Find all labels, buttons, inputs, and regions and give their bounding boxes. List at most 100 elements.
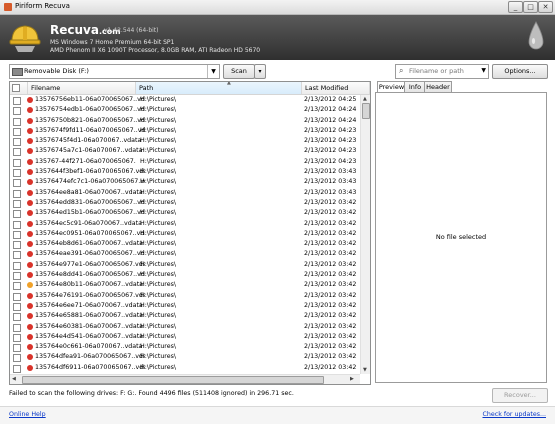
row-checkbox[interactable] [13,169,21,178]
status-text: Failed to scan the following drives: F: … [9,390,294,397]
filename-cell: 13576750b821-06a070065067..vdata [35,116,145,124]
row-checkbox[interactable] [13,230,21,239]
scroll-up-icon[interactable]: ▲ [363,95,367,103]
status-dot-icon [27,210,33,217]
filename-cell: 135764e60381-06a070067..vdata [35,322,144,330]
check-updates-link[interactable]: Check for updates... [482,411,546,418]
row-checkbox[interactable] [13,261,21,270]
table-row[interactable]: 135764e6ee71-06a070067..vdata H:\Pictures… [10,301,360,311]
table-row[interactable]: 135764dfea91-06a070065067..vdata H:\Pictu… [10,352,360,363]
chevron-down-icon[interactable]: ▼ [207,65,219,78]
drive-select[interactable]: Removable Disk (F:) ▼ [9,64,220,79]
close-button[interactable]: ✕ [538,1,553,13]
table-row[interactable]: 13576745f4d1-06a070067..vdata H:\Pictures… [10,136,360,147]
table-row[interactable]: 13576756eb11-06a070065067..vdata H:\Pictu… [10,95,360,105]
scroll-right-icon[interactable]: ▶ [350,375,354,383]
table-row[interactable]: 135764e8dd41-06a070065067..vdata H:\Pictu… [10,270,360,281]
row-checkbox[interactable] [13,302,21,311]
table-row[interactable]: 13576754edb1-06a070065067..vdata H:\Pictu… [10,105,360,116]
vertical-scroll-thumb[interactable] [362,103,370,119]
table-row[interactable]: 13576745a7c1-06a070067..vdata H:\Pictures… [10,146,360,157]
row-checkbox[interactable] [13,354,21,363]
date-cell: 2/13/2012 04:23 [304,157,357,165]
row-checkbox[interactable] [13,199,21,208]
minimize-button[interactable]: _ [508,1,523,13]
filename-cell: 135764e76191-06a070065067.vdata [35,291,145,299]
table-row[interactable]: 1357644f3bef1-06a070065067.vdata H:\Pictu… [10,167,360,178]
path-cell: H:\Pictures\ [140,250,177,258]
date-cell: 2/13/2012 03:42 [304,332,357,340]
table-row[interactable]: 135764ed15b1-06a070065067..vdata H:\Pictu… [10,208,360,219]
table-row[interactable]: 135764e60381-06a070067..vdata H:\Pictures… [10,322,360,332]
row-checkbox[interactable] [13,344,21,353]
scan-button[interactable]: Scan [223,64,255,79]
options-button[interactable]: Options... [492,64,548,79]
table-row[interactable]: 13576474efc7c1-06a070065067.vdataH:\Pict… [10,177,360,188]
table-row[interactable]: 135764e80b11-06a070067..vdata H:\Pictures… [10,280,360,291]
filename-cell: 13576745f4d1-06a070067..vdata [35,137,142,145]
table-row[interactable]: 135764e0c661-06a070067..vdata H:\Pictures… [10,342,360,353]
table-row[interactable]: 135764e4d541-06a070067..vdata H:\Pictures… [10,332,360,342]
horizontal-scrollbar[interactable]: ◀ ▶ [10,374,360,384]
table-row[interactable]: 135764ee8a81-06a070067..vdata H:\Pictures… [10,188,360,198]
row-checkbox[interactable] [13,241,21,250]
row-checkbox[interactable] [13,313,21,322]
row-checkbox[interactable] [13,333,21,342]
date-cell: 2/13/2012 03:42 [304,219,357,227]
table-row[interactable]: 1357674f9fd11-06a070065067..vdata H:\Pict… [10,126,360,136]
row-checkbox[interactable] [13,364,21,373]
online-help-link[interactable]: Online Help [9,411,46,418]
scroll-down-icon[interactable]: ▼ [363,366,367,374]
select-all-header[interactable] [10,82,28,94]
row-checkbox[interactable] [13,220,21,229]
table-row[interactable]: 135764e76191-06a070065067.vdata H:\Pictur… [10,291,360,301]
row-checkbox[interactable] [13,272,21,281]
select-all-checkbox[interactable] [12,84,20,92]
table-row[interactable]: 135764ec5c91-06a070067..vdata H:\Pictures… [10,219,360,229]
date-cell: 2/13/2012 03:42 [304,343,357,351]
filename-cell: 135764e65881-06a070067..vdata [35,312,144,320]
filename-cell: 135764ec5c91-06a070067..vdata [35,219,142,227]
scroll-left-icon[interactable]: ◀ [12,375,16,383]
table-row[interactable]: 135767-44f271-06a070065067. H:\Pictures\ 2… [10,157,360,167]
filename-column-header[interactable]: Filename [28,82,136,94]
table-row[interactable]: 135764ec0951-06a070065067..vdata H:\Pictu… [10,229,360,239]
horizontal-scroll-thumb[interactable] [22,376,324,384]
scan-dropdown-button[interactable]: ▾ [254,64,266,79]
last-modified-column-header[interactable]: Last Modified [302,82,370,94]
maximize-button[interactable]: □ [523,1,538,13]
row-checkbox[interactable] [13,138,21,147]
recover-button[interactable]: Recover... [492,388,548,403]
row-checkbox[interactable] [13,148,21,157]
row-checkbox[interactable] [13,210,21,219]
table-row[interactable]: 135764eae391-06a070065067..vdata H:\Pictu… [10,249,360,260]
row-checkbox[interactable] [13,282,21,291]
row-checkbox[interactable] [13,323,21,332]
filename-cell: 1357644f3bef1-06a070065067.vdata [35,168,145,176]
row-checkbox[interactable] [13,189,21,198]
table-row[interactable]: 135764e65881-06a070067..vdata H:\Pictures… [10,311,360,322]
status-dot-icon [27,169,33,176]
table-row[interactable]: 135764edd831-06a070065067..vdata H:\Pictu… [10,198,360,208]
chevron-down-icon[interactable]: ▼ [481,67,486,74]
table-row[interactable]: 13576750b821-06a070065067..vdata H:\Pictu… [10,116,360,126]
date-cell: 2/13/2012 03:42 [304,198,357,206]
filename-cell: 135764edd831-06a070065067..vdata [35,198,145,206]
table-row[interactable]: 135764eb8d61-06a070067..vdata H:\Pictures… [10,239,360,250]
row-checkbox[interactable] [13,107,21,116]
row-checkbox[interactable] [13,117,21,126]
row-checkbox[interactable] [13,127,21,136]
row-checkbox[interactable] [13,158,21,167]
search-input[interactable]: ⌕ Filename or path ▼ [395,64,489,79]
date-cell: 2/13/2012 03:43 [304,178,357,186]
row-checkbox[interactable] [13,292,21,301]
filename-cell: 135764ed15b1-06a070065067..vdata [35,209,145,217]
row-checkbox[interactable] [13,179,21,188]
table-row[interactable]: 135764df6911-06a070065067..vdata H:\Pictu… [10,363,360,373]
preview-area: No file selected [375,92,547,383]
row-checkbox[interactable] [13,97,21,105]
row-checkbox[interactable] [13,251,21,260]
path-column-header[interactable]: Path [136,82,302,94]
vertical-scrollbar[interactable]: ▲ ▼ [360,95,370,374]
table-row[interactable]: 135764e977e1-06a070065067.vdata H:\Pictur… [10,260,360,270]
